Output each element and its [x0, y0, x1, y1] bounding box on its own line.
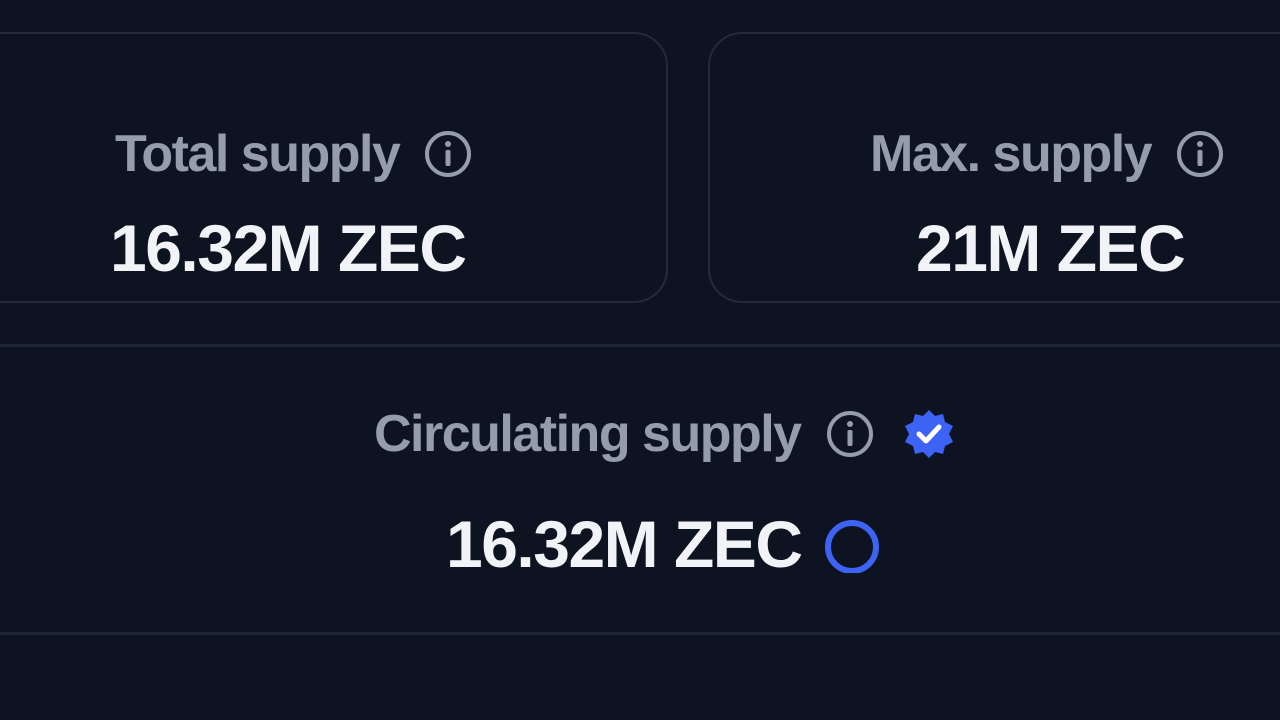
info-icon[interactable]: [423, 129, 473, 179]
supply-stats-panel: Total supply 16.32M ZEC Max. supply 21M …: [0, 0, 1280, 720]
max-supply-label: Max. supply: [870, 125, 1153, 183]
total-supply-value: 16.32M ZEC: [110, 211, 467, 285]
verified-badge-icon[interactable]: [903, 408, 955, 460]
max-supply-label-row: Max. supply: [870, 124, 1225, 184]
circulating-supply-value-row: 16.32M ZEC: [446, 506, 881, 582]
circulating-supply-label: Circulating supply: [374, 405, 802, 463]
circulating-supply-value: 16.32M ZEC: [446, 507, 803, 581]
total-supply-label-row: Total supply: [115, 124, 473, 184]
total-supply-card: Total supply 16.32M ZEC: [0, 32, 668, 303]
max-supply-value: 21M ZEC: [916, 211, 1186, 285]
section-divider-bottom: [0, 632, 1280, 635]
info-icon[interactable]: [1175, 129, 1225, 179]
section-divider-top: [0, 344, 1280, 347]
max-supply-card: Max. supply 21M ZEC: [708, 32, 1280, 303]
info-icon[interactable]: [825, 409, 875, 459]
circulating-supply-label-row: Circulating supply: [374, 404, 955, 464]
loading-ring-icon: [823, 515, 881, 573]
total-supply-label: Total supply: [115, 125, 401, 183]
